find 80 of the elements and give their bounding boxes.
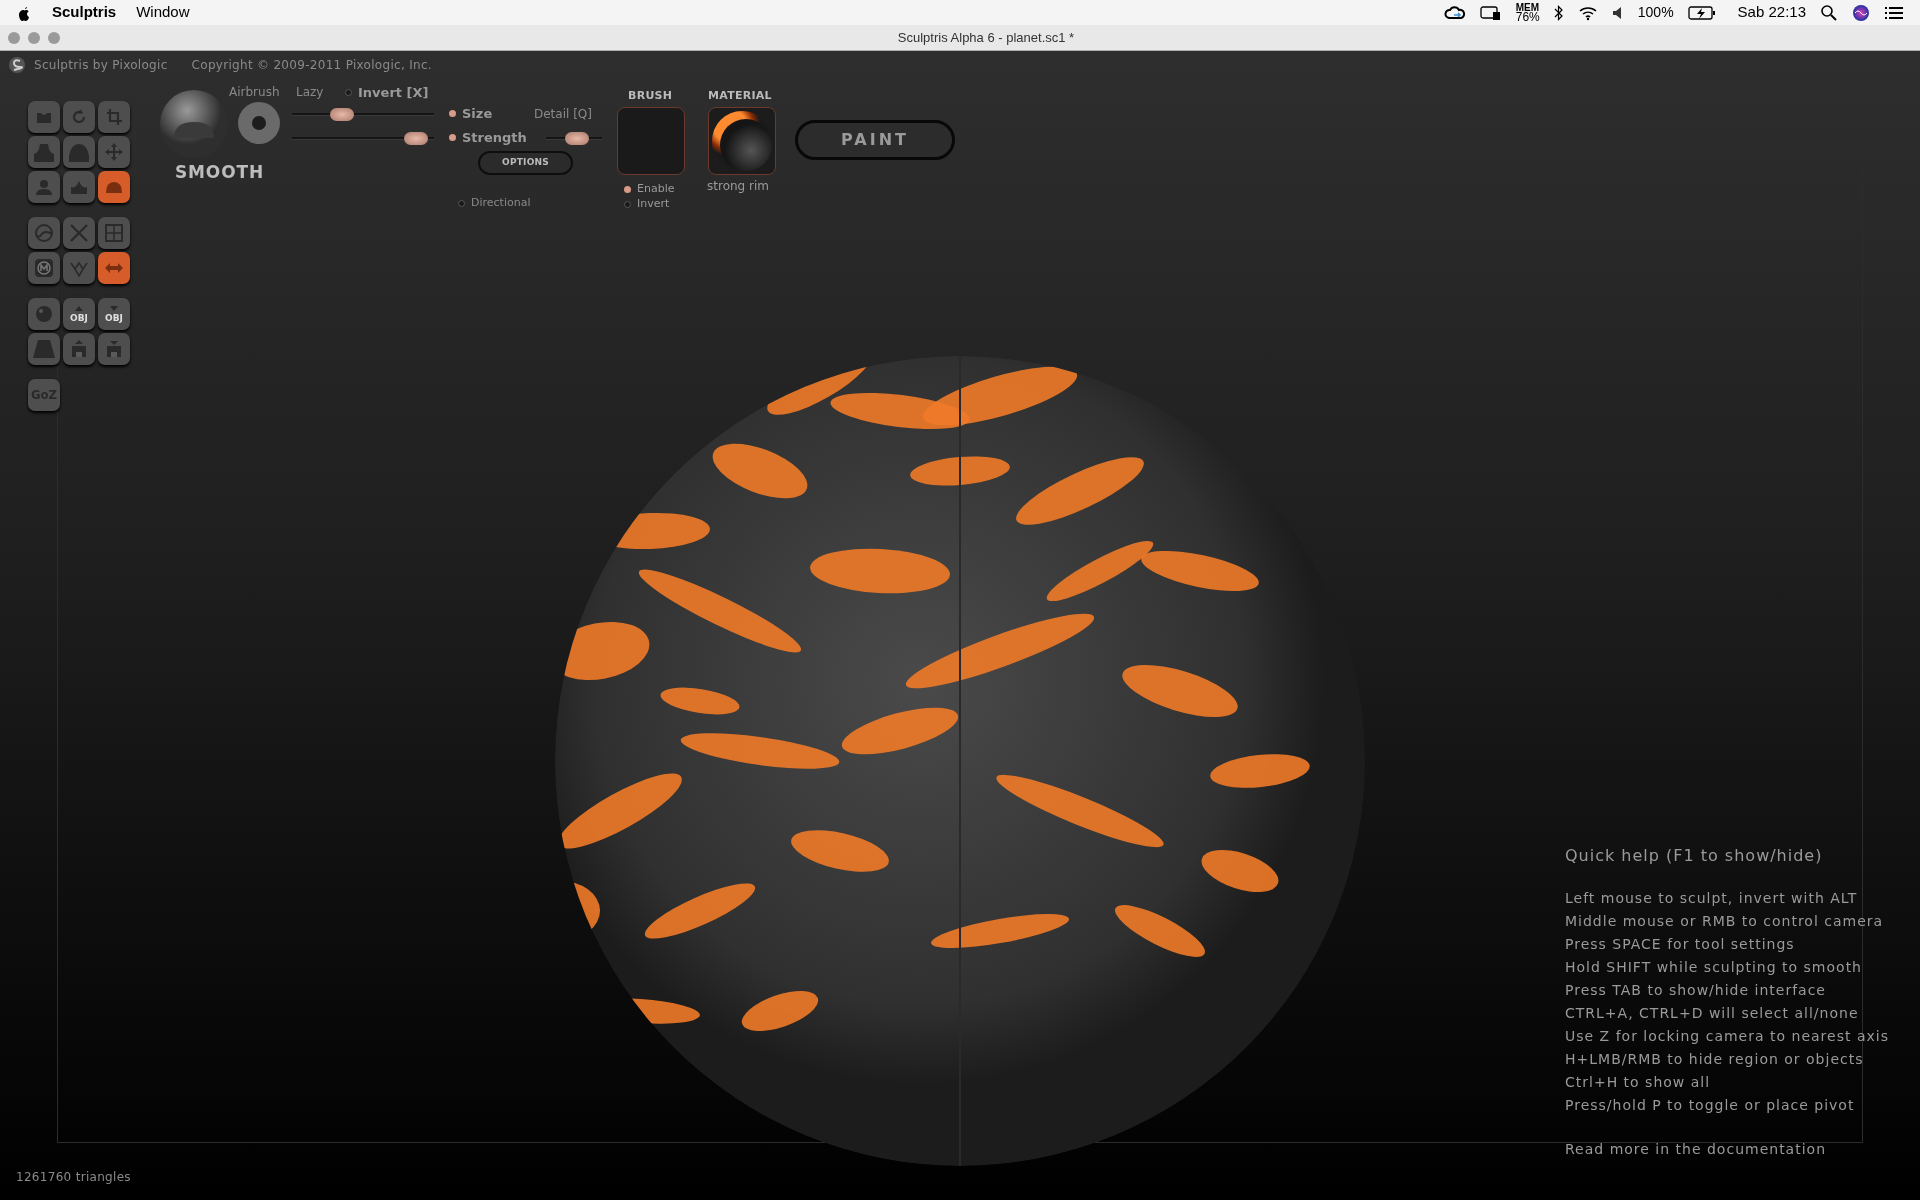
directional-label: Directional <box>471 195 531 211</box>
copyright-text: Copyright © 2009-2011 Pixologic, Inc. <box>191 57 432 74</box>
window-title: Sculptris Alpha 6 - planet.sc1 * <box>897 28 1075 47</box>
help-line: H+LMB/RMB to hide region or objects <box>1565 1050 1865 1069</box>
search-icon[interactable] <box>1820 3 1838 22</box>
tool-button[interactable] <box>28 171 60 203</box>
help-title: Quick help (F1 to show/hide) <box>1565 845 1824 867</box>
material-button[interactable] <box>708 107 776 175</box>
size-label: Size <box>462 105 493 123</box>
assistant-orb-icon[interactable] <box>1852 3 1870 22</box>
volume-icon[interactable] <box>1611 4 1624 21</box>
tool-button[interactable] <box>28 298 60 330</box>
help-line: Ctrl+H to show all <box>1565 1073 1712 1092</box>
slider-thumb[interactable] <box>329 108 354 121</box>
tool-button[interactable] <box>63 217 95 249</box>
tool-button[interactable] <box>98 333 130 365</box>
tool-button[interactable] <box>98 136 130 168</box>
invert-label: Invert [X] <box>358 84 429 102</box>
menu-item[interactable]: Window <box>136 1 190 24</box>
material-name: strong rim <box>707 178 769 195</box>
help-line: Use Z for locking camera to nearest axis <box>1565 1027 1889 1046</box>
tool-button[interactable]: OBJ <box>98 298 130 330</box>
wifi-icon[interactable] <box>1577 4 1598 21</box>
airbrush-label: Airbrush <box>229 84 280 101</box>
menu-clock[interactable]: Sab 22:13 <box>1737 1 1806 24</box>
lazy-label: Lazy <box>296 84 324 101</box>
options-button[interactable]: OPTIONS <box>478 151 573 175</box>
zoom-window-button[interactable] <box>48 31 60 44</box>
tool-button[interactable] <box>98 217 130 249</box>
tool-button[interactable] <box>98 101 130 133</box>
help-line: Press SPACE for tool settings <box>1565 935 1796 954</box>
memory-value: 76% <box>1515 11 1540 23</box>
tool-button[interactable] <box>98 252 130 284</box>
help-line: CTRL+A, CTRL+D will select all/none <box>1565 1004 1860 1023</box>
help-line: Press/hold P to toggle or place pivot <box>1565 1096 1856 1115</box>
brush-title: BRUSH <box>628 88 673 104</box>
invert-label: Invert <box>637 196 670 212</box>
tool-button[interactable] <box>63 136 95 168</box>
minimize-window-button[interactable] <box>28 31 40 44</box>
tool-button[interactable] <box>63 101 95 133</box>
bluetooth-icon[interactable] <box>1553 4 1564 21</box>
help-line: Press TAB to show/hide interface <box>1565 981 1827 1000</box>
material-sphere-icon <box>711 110 773 172</box>
tool-button[interactable] <box>28 252 60 284</box>
tool-button[interactable]: OBJ <box>63 298 95 330</box>
tool-button[interactable] <box>98 171 130 203</box>
wave-circle-icon <box>32 221 56 245</box>
enable-label: Enable <box>637 181 675 197</box>
tool-button[interactable] <box>63 171 95 203</box>
tool-button[interactable] <box>63 333 95 365</box>
tool-button[interactable] <box>28 136 60 168</box>
app-menu[interactable]: Sculptris <box>52 1 117 24</box>
battery-percentage: 100% <box>1637 3 1674 22</box>
cloud-sync-icon[interactable] <box>1443 4 1466 21</box>
memory-label: MEM <box>1515 2 1540 12</box>
documentation-link[interactable]: Read more in the documentation <box>1565 1139 1889 1160</box>
tool-button[interactable] <box>28 101 60 133</box>
help-line: Hold SHIFT while sculpting to smooth <box>1565 958 1863 977</box>
tool-button[interactable] <box>28 217 60 249</box>
list-menu-icon[interactable] <box>1884 4 1904 21</box>
paint-button[interactable]: PAINT <box>795 120 955 160</box>
material-title: MATERIAL <box>708 88 772 104</box>
close-window-button[interactable] <box>8 31 20 44</box>
grid-icon <box>102 221 126 245</box>
slider-thumb[interactable] <box>564 132 589 145</box>
help-line: Left mouse to sculpt, invert with ALT <box>1565 889 1859 908</box>
logo-icon <box>8 56 26 74</box>
tool-button[interactable] <box>28 333 60 365</box>
power-adapter-icon[interactable] <box>1479 4 1502 21</box>
battery-charging-icon[interactable] <box>1687 4 1716 21</box>
triangle-count: 1261760 triangles <box>16 1169 131 1186</box>
detail-label: Detail [Q] <box>534 106 592 123</box>
slider-thumb[interactable] <box>403 132 428 145</box>
tool-button[interactable] <box>63 252 95 284</box>
brand-text: Sculptris by Pixologic <box>34 57 168 74</box>
strength-label: Strength <box>462 129 527 147</box>
airbrush-dial-icon[interactable] <box>237 101 281 145</box>
tool-name: SMOOTH <box>175 161 264 184</box>
trapezoid-icon <box>32 337 56 361</box>
help-line: Middle mouse or RMB to control camera <box>1565 912 1885 931</box>
